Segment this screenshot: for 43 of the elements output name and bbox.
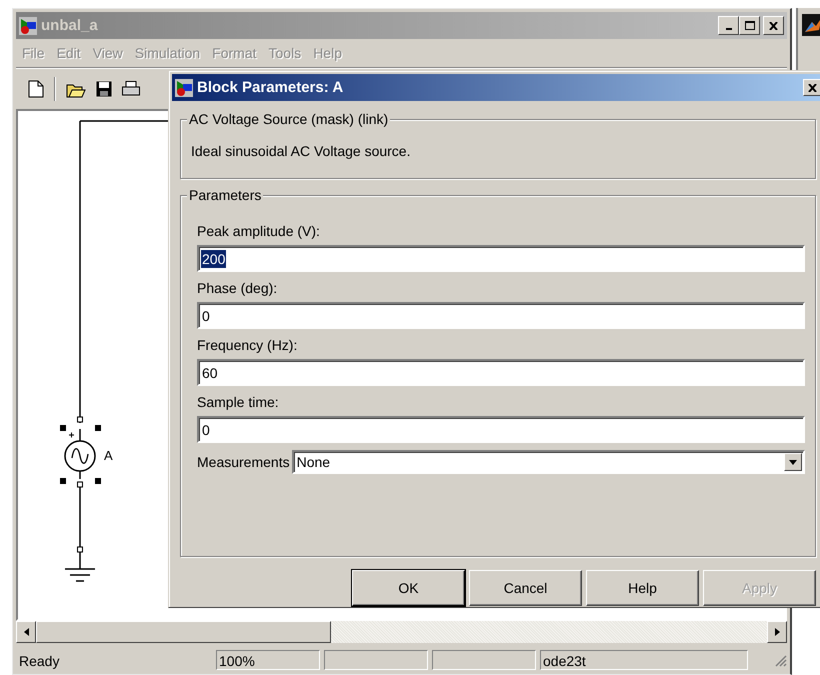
block-label: A: [104, 448, 113, 463]
input-field[interactable]: 60: [197, 359, 805, 386]
dialog-title: Block Parameters: A: [197, 79, 344, 96]
solver-name: ode23t: [540, 650, 748, 670]
dialog-button[interactable]: Help: [586, 570, 699, 606]
close-button[interactable]: [803, 79, 820, 96]
dialog-button[interactable]: OK: [352, 570, 465, 606]
horizontal-scrollbar[interactable]: [16, 621, 787, 643]
close-icon: [808, 84, 816, 92]
ground-icon: [64, 551, 96, 582]
close-button[interactable]: [763, 16, 784, 35]
wire: [77, 482, 83, 552]
field-label: Sample time:: [197, 393, 280, 411]
new-file-icon[interactable]: [28, 80, 44, 98]
close-icon: [769, 22, 778, 30]
status-text: Ready: [18, 652, 60, 670]
printer-icon[interactable]: [122, 81, 140, 97]
window-title: unbal_a: [41, 17, 99, 34]
input-field[interactable]: 0: [197, 302, 805, 329]
save-icon[interactable]: [96, 81, 112, 97]
group-title: AC Voltage Source (mask) (link): [187, 111, 390, 127]
minimize-icon: [726, 28, 732, 30]
dropdown-arrow-icon[interactable]: [789, 460, 797, 464]
maximize-button[interactable]: [739, 16, 760, 35]
maximize-icon: [744, 21, 754, 30]
right-arrow-icon[interactable]: [774, 628, 780, 636]
group-title: Parameters: [187, 187, 264, 203]
zoom-level: 100%: [216, 650, 320, 670]
resize-grip-icon[interactable]: [773, 653, 787, 667]
model-icon: [19, 16, 37, 34]
field-label: Peak amplitude (V):: [197, 222, 321, 240]
field-label: Measurements: [197, 454, 290, 470]
dialog-button[interactable]: Cancel: [469, 570, 582, 606]
dropdown[interactable]: None: [292, 450, 805, 474]
left-arrow-icon[interactable]: [24, 628, 28, 636]
app-icon[interactable]: [802, 14, 820, 36]
minimize-button[interactable]: [718, 16, 739, 35]
field-label: Phase (deg):: [197, 279, 278, 297]
input-field[interactable]: 200: [197, 245, 805, 272]
description-text: Ideal sinusoidal AC Voltage source.: [191, 143, 410, 159]
input-field[interactable]: 0: [197, 416, 805, 443]
model-icon: [175, 78, 193, 96]
field-label: Frequency (Hz):: [197, 336, 298, 354]
